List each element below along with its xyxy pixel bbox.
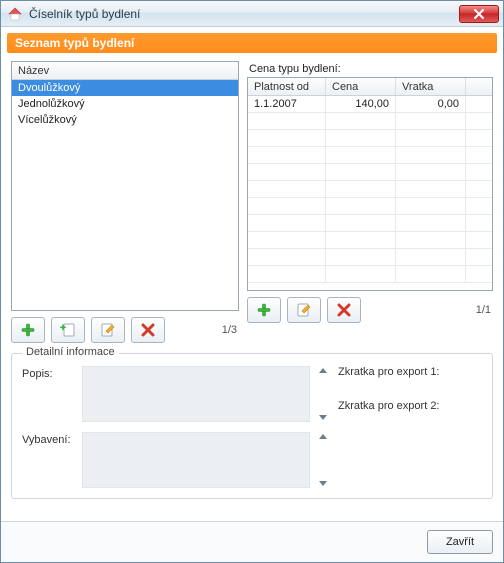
price-col-platnost: Platnost od (248, 78, 326, 95)
table-row (248, 249, 492, 266)
price-label: Cena typu bydlení: (247, 61, 493, 77)
popis-label: Popis: (22, 366, 76, 380)
chevron-down-icon[interactable] (319, 481, 327, 486)
delete-icon (141, 323, 155, 337)
price-grid-body: 1.1.2007 140,00 0,00 (248, 96, 492, 290)
window-title: Číselník typů bydlení (29, 7, 453, 21)
list-item[interactable]: Vícelůžkový (12, 112, 238, 128)
list-item[interactable]: Jednolůžkový (12, 96, 238, 112)
app-window: Číselník typů bydlení Seznam typů bydlen… (0, 0, 504, 563)
close-icon (473, 9, 485, 19)
list-item[interactable]: Dvoulůžkový (12, 80, 238, 96)
new-page-icon (59, 322, 77, 338)
content-area: Název Dvoulůžkový Jednolůžkový Vícelůžko… (1, 57, 503, 521)
edit-icon (99, 322, 117, 338)
types-list-body: Dvoulůžkový Jednolůžkový Vícelůžkový (12, 80, 238, 128)
vybaveni-spinner (316, 432, 330, 488)
table-row[interactable]: 1.1.2007 140,00 0,00 (248, 96, 492, 113)
detail-right-abbr: Zkratka pro export 1: Zkratka pro export… (338, 366, 482, 422)
cell-platnost: 1.1.2007 (248, 96, 326, 112)
cell-spacer (466, 96, 492, 112)
vybaveni-input[interactable] (82, 432, 310, 488)
table-row (248, 164, 492, 181)
price-pager: 1/1 (367, 304, 493, 316)
abbr2-label: Zkratka pro export 2: (338, 400, 482, 412)
edit-icon (295, 302, 313, 318)
delete-icon (337, 303, 351, 317)
close-button[interactable]: Zavřít (427, 530, 493, 554)
price-grid-header: Platnost od Cena Vratka (248, 78, 492, 96)
edit-price-button[interactable] (287, 297, 321, 323)
detail-left-popis: Popis: (22, 366, 330, 422)
app-icon (7, 6, 23, 22)
table-row (248, 232, 492, 249)
popis-spinner (316, 366, 330, 422)
types-list-header: Název (12, 62, 238, 80)
detail-group: Detailní informace Popis: Zkratka pro ex… (11, 353, 493, 499)
section-header-title: Seznam typů bydlení (15, 36, 134, 50)
plus-icon (20, 322, 36, 338)
list-item-label: Vícelůžkový (18, 114, 77, 126)
add-type-button[interactable] (11, 317, 45, 343)
abbr1-label: Zkratka pro export 1: (338, 366, 482, 378)
price-toolbar: 1/1 (247, 297, 493, 323)
vybaveni-label: Vybavení: (22, 432, 76, 446)
chevron-up-icon[interactable] (319, 434, 327, 439)
types-pager: 1/3 (171, 324, 239, 336)
price-col-cena: Cena (326, 78, 396, 95)
types-listbox[interactable]: Název Dvoulůžkový Jednolůžkový Vícelůžko… (11, 61, 239, 311)
chevron-down-icon[interactable] (319, 415, 327, 420)
cell-cena: 140,00 (326, 96, 396, 112)
detail-left-vybaveni: Vybavení: (22, 432, 330, 488)
price-col-vratka: Vratka (396, 78, 466, 95)
section-header: Seznam typů bydlení (7, 33, 497, 53)
table-row (248, 215, 492, 232)
table-row (248, 198, 492, 215)
delete-type-button[interactable] (131, 317, 165, 343)
detail-legend: Detailní informace (22, 346, 119, 358)
add-price-button[interactable] (247, 297, 281, 323)
price-col-spacer (466, 78, 492, 95)
table-row (248, 181, 492, 198)
new-type-page-button[interactable] (51, 317, 85, 343)
edit-type-button[interactable] (91, 317, 125, 343)
footer: Zavřít (1, 521, 503, 562)
plus-icon (256, 302, 272, 318)
table-row (248, 130, 492, 147)
types-toolbar: 1/3 (11, 317, 239, 343)
list-item-label: Dvoulůžkový (18, 82, 80, 94)
list-item-label: Jednolůžkový (18, 98, 85, 110)
table-row (248, 113, 492, 130)
upper-panels: Název Dvoulůžkový Jednolůžkový Vícelůžko… (11, 61, 493, 343)
detail-row-vybaveni: Vybavení: (22, 432, 482, 488)
price-column: Cena typu bydlení: Platnost od Cena Vrat… (247, 61, 493, 343)
price-grid[interactable]: Platnost od Cena Vratka 1.1.2007 140,00 … (247, 77, 493, 291)
titlebar: Číselník typů bydlení (1, 1, 503, 27)
close-button-label: Zavřít (446, 536, 474, 548)
delete-price-button[interactable] (327, 297, 361, 323)
table-row (248, 266, 492, 283)
table-row (248, 147, 492, 164)
chevron-up-icon[interactable] (319, 368, 327, 373)
window-close-button[interactable] (459, 5, 499, 23)
types-list-column-name: Název (18, 65, 49, 77)
detail-right-empty (338, 432, 482, 488)
detail-row-popis: Popis: Zkratka pro export 1: Zkratka pro… (22, 366, 482, 422)
cell-vratka: 0,00 (396, 96, 466, 112)
popis-input[interactable] (82, 366, 310, 422)
types-list-column: Název Dvoulůžkový Jednolůžkový Vícelůžko… (11, 61, 239, 343)
